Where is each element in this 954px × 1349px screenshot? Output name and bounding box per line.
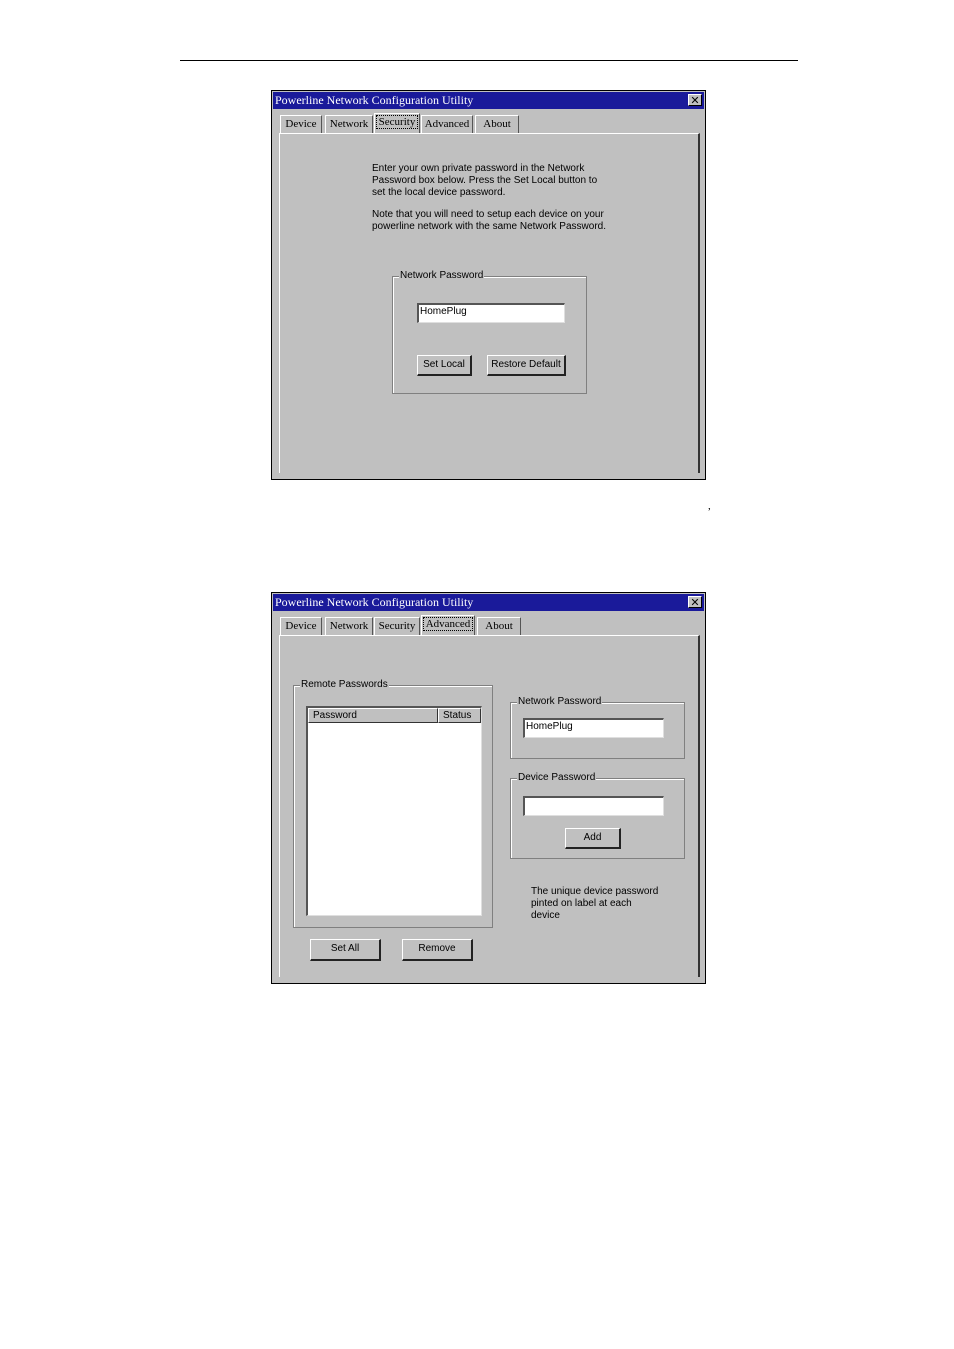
- tab-about[interactable]: About: [475, 115, 519, 133]
- note-text: Note that you will need to setup each de…: [372, 209, 606, 232]
- network-password-label: Network Password: [399, 270, 485, 282]
- tab-advanced[interactable]: Advanced: [421, 615, 475, 635]
- column-header-status[interactable]: Status: [438, 708, 481, 723]
- restore-default-button[interactable]: Restore Default: [487, 355, 566, 376]
- tab-device[interactable]: Device: [280, 115, 322, 133]
- column-header-password[interactable]: Password: [308, 708, 438, 723]
- remote-passwords-list[interactable]: Password Status: [306, 706, 482, 916]
- remote-passwords-label: Remote Passwords: [300, 679, 389, 691]
- config-window-advanced: Powerline Network Configuration Utility …: [271, 592, 706, 984]
- set-all-button[interactable]: Set All: [310, 939, 381, 961]
- tab-network[interactable]: Network: [325, 115, 373, 133]
- title-bar: Powerline Network Configuration Utility …: [273, 594, 704, 611]
- config-window-security: Powerline Network Configuration Utility …: [271, 90, 706, 480]
- page-top-rule: [180, 60, 798, 61]
- tab-advanced[interactable]: Advanced: [421, 115, 473, 133]
- set-local-button[interactable]: Set Local: [417, 355, 472, 376]
- network-password-group: Network Password HomePlug: [510, 696, 685, 759]
- tab-about[interactable]: About: [477, 617, 521, 635]
- close-icon[interactable]: ✕: [688, 596, 702, 608]
- network-password-input[interactable]: HomePlug: [417, 303, 565, 323]
- title-bar: Powerline Network Configuration Utility …: [273, 92, 704, 109]
- remote-passwords-group: Remote Passwords Password Status: [293, 679, 493, 928]
- network-password-input[interactable]: HomePlug: [523, 718, 664, 738]
- instructions-text: Enter your own private password in the N…: [372, 163, 598, 198]
- device-password-note: The unique device password pinted on lab…: [531, 886, 659, 921]
- tab-panel-advanced: Remote Passwords Password Status Network…: [279, 635, 700, 977]
- tab-network[interactable]: Network: [325, 617, 373, 635]
- add-button[interactable]: Add: [565, 828, 621, 849]
- tab-security[interactable]: Security: [374, 617, 420, 635]
- remove-button[interactable]: Remove: [402, 939, 473, 961]
- device-password-input[interactable]: [523, 796, 664, 816]
- device-password-group: Device Password Add: [510, 772, 685, 859]
- tab-security[interactable]: Security: [374, 113, 420, 133]
- tab-device[interactable]: Device: [280, 617, 322, 635]
- tab-panel-security: Enter your own private password in the N…: [279, 133, 700, 473]
- close-icon[interactable]: ✕: [688, 94, 702, 106]
- stray-mark: ,: [708, 500, 711, 512]
- window-title: Powerline Network Configuration Utility: [275, 93, 474, 107]
- network-password-group: Network Password HomePlug Set Local Rest…: [392, 270, 587, 394]
- device-password-label: Device Password: [517, 772, 597, 784]
- window-title: Powerline Network Configuration Utility: [275, 595, 474, 609]
- network-password-label: Network Password: [517, 696, 603, 708]
